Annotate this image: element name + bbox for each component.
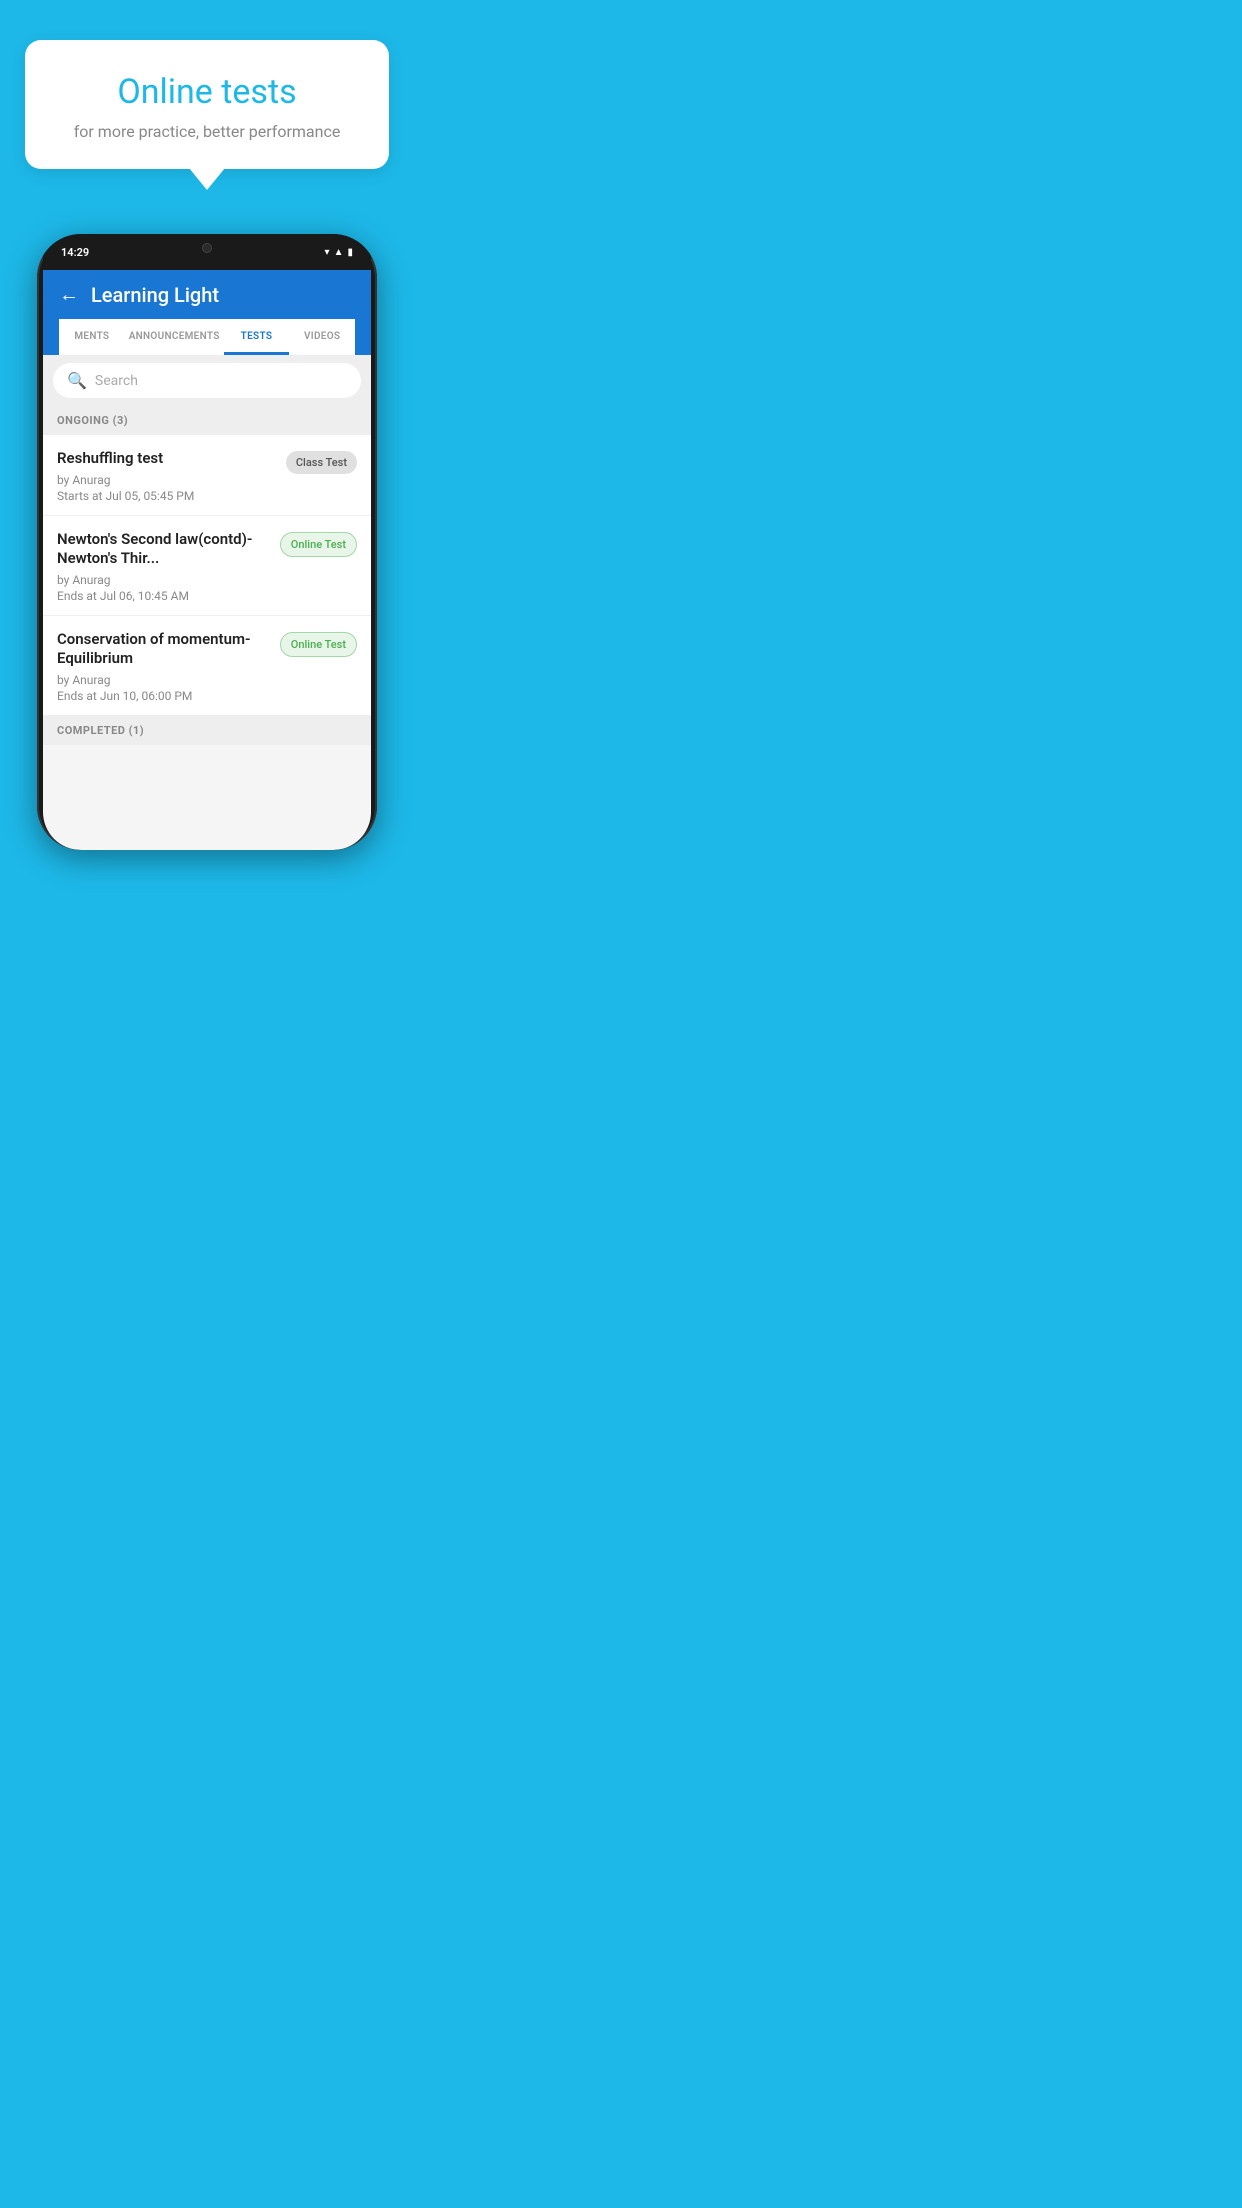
- test-time: Ends at Jul 06, 10:45 AM: [57, 589, 272, 603]
- phone-frame: 14:29 ▾ ▲ ▮ ← Learning Light: [37, 234, 377, 850]
- test-info: Reshuffling test by Anurag Starts at Jul…: [57, 449, 286, 503]
- test-badge: Online Test: [280, 532, 357, 557]
- test-author: by Anurag: [57, 473, 278, 487]
- test-author: by Anurag: [57, 573, 272, 587]
- search-bar-wrapper: 🔍 Search: [43, 355, 371, 406]
- test-info: Conservation of momentum-Equilibrium by …: [57, 630, 280, 703]
- ongoing-section-header: ONGOING (3): [43, 406, 371, 435]
- completed-section-header: COMPLETED (1): [43, 716, 371, 745]
- speech-bubble: Online tests for more practice, better p…: [25, 40, 389, 169]
- test-author: by Anurag: [57, 673, 272, 687]
- search-bar[interactable]: 🔍 Search: [53, 363, 361, 398]
- tab-announcements[interactable]: ANNOUNCEMENTS: [125, 319, 224, 355]
- test-name: Reshuffling test: [57, 449, 278, 469]
- promo-card: Online tests for more practice, better p…: [25, 40, 389, 190]
- signal-icon: ▲: [334, 247, 344, 258]
- search-placeholder: Search: [95, 373, 138, 389]
- app-header: ← Learning Light MENTS ANNOUNCEMENTS TES…: [43, 270, 371, 355]
- test-list: Reshuffling test by Anurag Starts at Jul…: [43, 435, 371, 716]
- test-info: Newton's Second law(contd)-Newton's Thir…: [57, 530, 280, 603]
- app-title: Learning Light: [91, 283, 219, 307]
- tab-videos[interactable]: VIDEOS: [289, 319, 355, 355]
- camera-dot: [202, 243, 212, 253]
- status-bar: 14:29 ▾ ▲ ▮: [43, 234, 371, 270]
- test-time: Starts at Jul 05, 05:45 PM: [57, 489, 278, 503]
- test-item[interactable]: Reshuffling test by Anurag Starts at Jul…: [43, 435, 371, 516]
- test-name: Conservation of momentum-Equilibrium: [57, 630, 272, 669]
- test-badge: Class Test: [286, 451, 357, 474]
- wifi-icon: ▾: [325, 247, 330, 258]
- speech-bubble-tail: [189, 168, 225, 190]
- test-item[interactable]: Conservation of momentum-Equilibrium by …: [43, 616, 371, 716]
- test-badge: Online Test: [280, 632, 357, 657]
- tab-ments[interactable]: MENTS: [59, 319, 125, 355]
- promo-subtitle: for more practice, better performance: [49, 122, 365, 141]
- tabs-bar: MENTS ANNOUNCEMENTS TESTS VIDEOS: [59, 319, 355, 355]
- test-time: Ends at Jun 10, 06:00 PM: [57, 689, 272, 703]
- status-icons: ▾ ▲ ▮: [325, 247, 353, 258]
- phone-notch: [162, 234, 252, 262]
- tab-tests[interactable]: TESTS: [224, 319, 290, 355]
- test-item[interactable]: Newton's Second law(contd)-Newton's Thir…: [43, 516, 371, 616]
- test-name: Newton's Second law(contd)-Newton's Thir…: [57, 530, 272, 569]
- phone-screen: ← Learning Light MENTS ANNOUNCEMENTS TES…: [43, 270, 371, 850]
- time-display: 14:29: [61, 246, 89, 259]
- search-icon: 🔍: [67, 371, 87, 390]
- header-top: ← Learning Light: [59, 282, 355, 319]
- back-button[interactable]: ←: [59, 282, 79, 307]
- battery-icon: ▮: [347, 247, 353, 258]
- promo-title: Online tests: [49, 72, 365, 112]
- phone-wrapper: 14:29 ▾ ▲ ▮ ← Learning Light: [17, 234, 398, 850]
